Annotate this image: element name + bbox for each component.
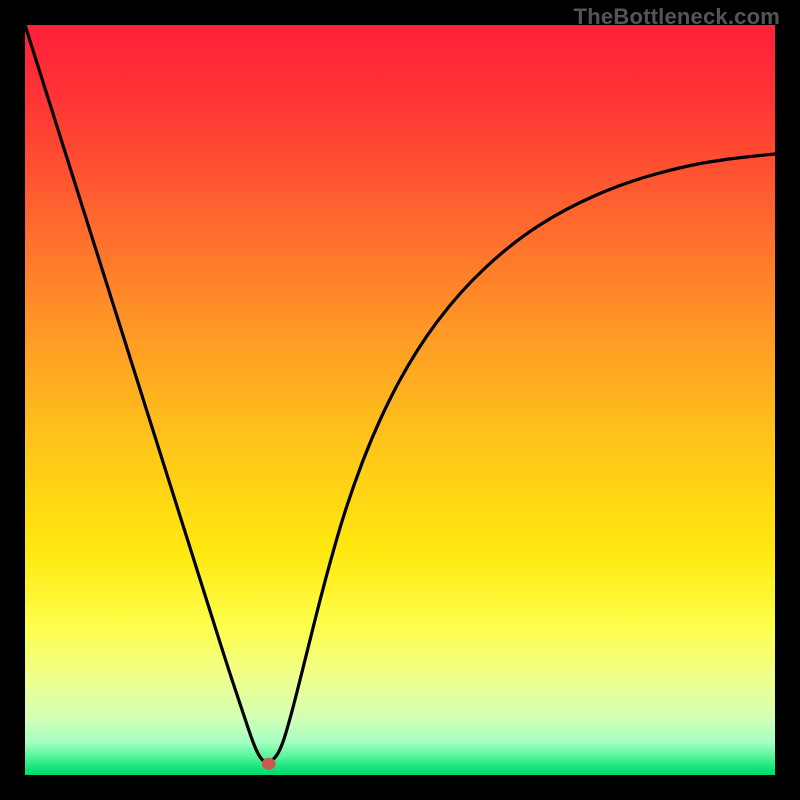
chart-frame: TheBottleneck.com	[0, 0, 800, 800]
plot-area	[25, 25, 775, 775]
optimal-marker	[262, 758, 276, 770]
watermark-text: TheBottleneck.com	[574, 4, 780, 30]
bottleneck-curve	[25, 25, 775, 775]
